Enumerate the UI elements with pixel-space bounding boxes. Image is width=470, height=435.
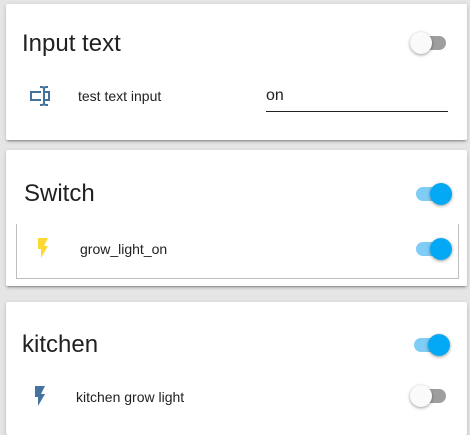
toggle-thumb	[430, 183, 452, 205]
row-label: test text input	[78, 88, 162, 104]
flash-icon	[31, 236, 55, 260]
flash-icon	[28, 384, 52, 408]
entity-toggle[interactable]	[410, 384, 446, 408]
textbox-icon	[28, 84, 52, 108]
card-header-toggle[interactable]	[410, 31, 446, 55]
card-title: Input text	[22, 30, 121, 57]
card-header-toggle[interactable]	[414, 182, 452, 206]
toggle-thumb	[410, 385, 432, 407]
row-label: kitchen grow light	[76, 389, 185, 405]
row-label: grow_light_on	[80, 241, 168, 257]
card-kitchen: kitchen kitchen grow light	[6, 302, 467, 435]
entity-toggle[interactable]	[414, 237, 452, 261]
card-input-text: Input text test text input	[6, 4, 467, 140]
card-title: Switch	[24, 180, 95, 207]
card-title: kitchen	[22, 331, 99, 358]
page: Input text test text input Switch grow_l…	[0, 0, 470, 435]
toggle-thumb	[428, 334, 450, 356]
card-header-toggle[interactable]	[412, 333, 450, 357]
toggle-thumb	[430, 238, 452, 260]
toggle-thumb	[410, 32, 432, 54]
text-input-field[interactable]	[266, 85, 448, 112]
card-switch: Switch grow_light_on	[6, 150, 467, 286]
